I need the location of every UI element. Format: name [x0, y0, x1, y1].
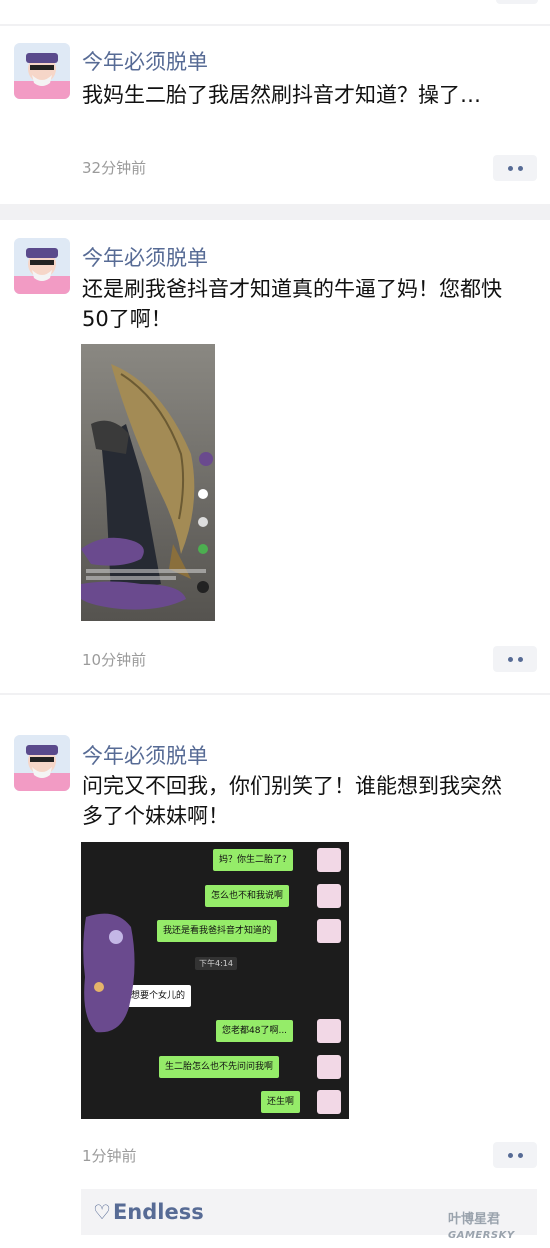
- post-time: 32分钟前: [82, 159, 147, 177]
- avatar[interactable]: [14, 735, 70, 791]
- chat-message: 您老都48了啊...: [216, 1020, 294, 1042]
- previous-post-more-button[interactable]: [496, 0, 538, 4]
- avatar[interactable]: [14, 238, 70, 294]
- chat-message: 妈？你生二胎了?: [213, 849, 293, 871]
- post-divider: [0, 693, 550, 695]
- chat-message: 我还是看我爸抖音才知道的: [157, 920, 278, 942]
- chat-avatar: [317, 1019, 341, 1043]
- heart-icon: ♡: [93, 1200, 111, 1224]
- more-actions-button[interactable]: [493, 1142, 537, 1168]
- post-image-fish[interactable]: [81, 344, 215, 621]
- post-time: 1分钟前: [82, 1147, 137, 1165]
- chat-message: 生二胎怎么也不先问问我啊: [159, 1056, 280, 1078]
- post-divider: [0, 24, 550, 26]
- more-actions-button[interactable]: [493, 646, 537, 672]
- chat-message: 还生啊: [261, 1091, 301, 1113]
- watermark-line2: GAMERSKY: [448, 1230, 515, 1241]
- chat-avatar: [317, 848, 341, 872]
- post-time: 10分钟前: [82, 651, 147, 669]
- avatar[interactable]: [14, 43, 70, 99]
- nickname[interactable]: 今年必须脱单: [82, 46, 208, 76]
- more-actions-button[interactable]: [493, 155, 537, 181]
- watermark-line1: 叶博星君: [448, 1212, 501, 1227]
- chat-avatar: [317, 1090, 341, 1114]
- post-text: 问完又不回我，你们别笑了！谁能想到我突然多了个妹妹啊！: [82, 774, 502, 828]
- chat-avatar: [317, 919, 341, 943]
- like-user-name[interactable]: Endless: [113, 1200, 204, 1224]
- post-text: 还是刷我爸抖音才知道真的牛逼了妈！您都快50了啊！: [82, 277, 502, 331]
- nickname[interactable]: 今年必须脱单: [82, 740, 208, 770]
- nickname[interactable]: 今年必须脱单: [82, 242, 208, 272]
- post-image-chat-screenshot[interactable]: 妈？你生二胎了? 怎么也不和我说啊 我还是看我爸抖音才知道的 下午4:14 想要…: [81, 842, 349, 1119]
- chat-time-divider: 下午4:14: [195, 957, 237, 970]
- chat-message: 怎么也不和我说啊: [205, 885, 290, 907]
- chat-avatar: [317, 884, 341, 908]
- chat-avatar: [317, 1055, 341, 1079]
- post-text: 我妈生二胎了我居然刷抖音才知道？操了…: [82, 83, 481, 107]
- watermark: 叶博星君 GAMERSKY: [448, 1212, 515, 1244]
- purple-doodle-overlay: [83, 913, 135, 1033]
- post-divider: [0, 204, 550, 220]
